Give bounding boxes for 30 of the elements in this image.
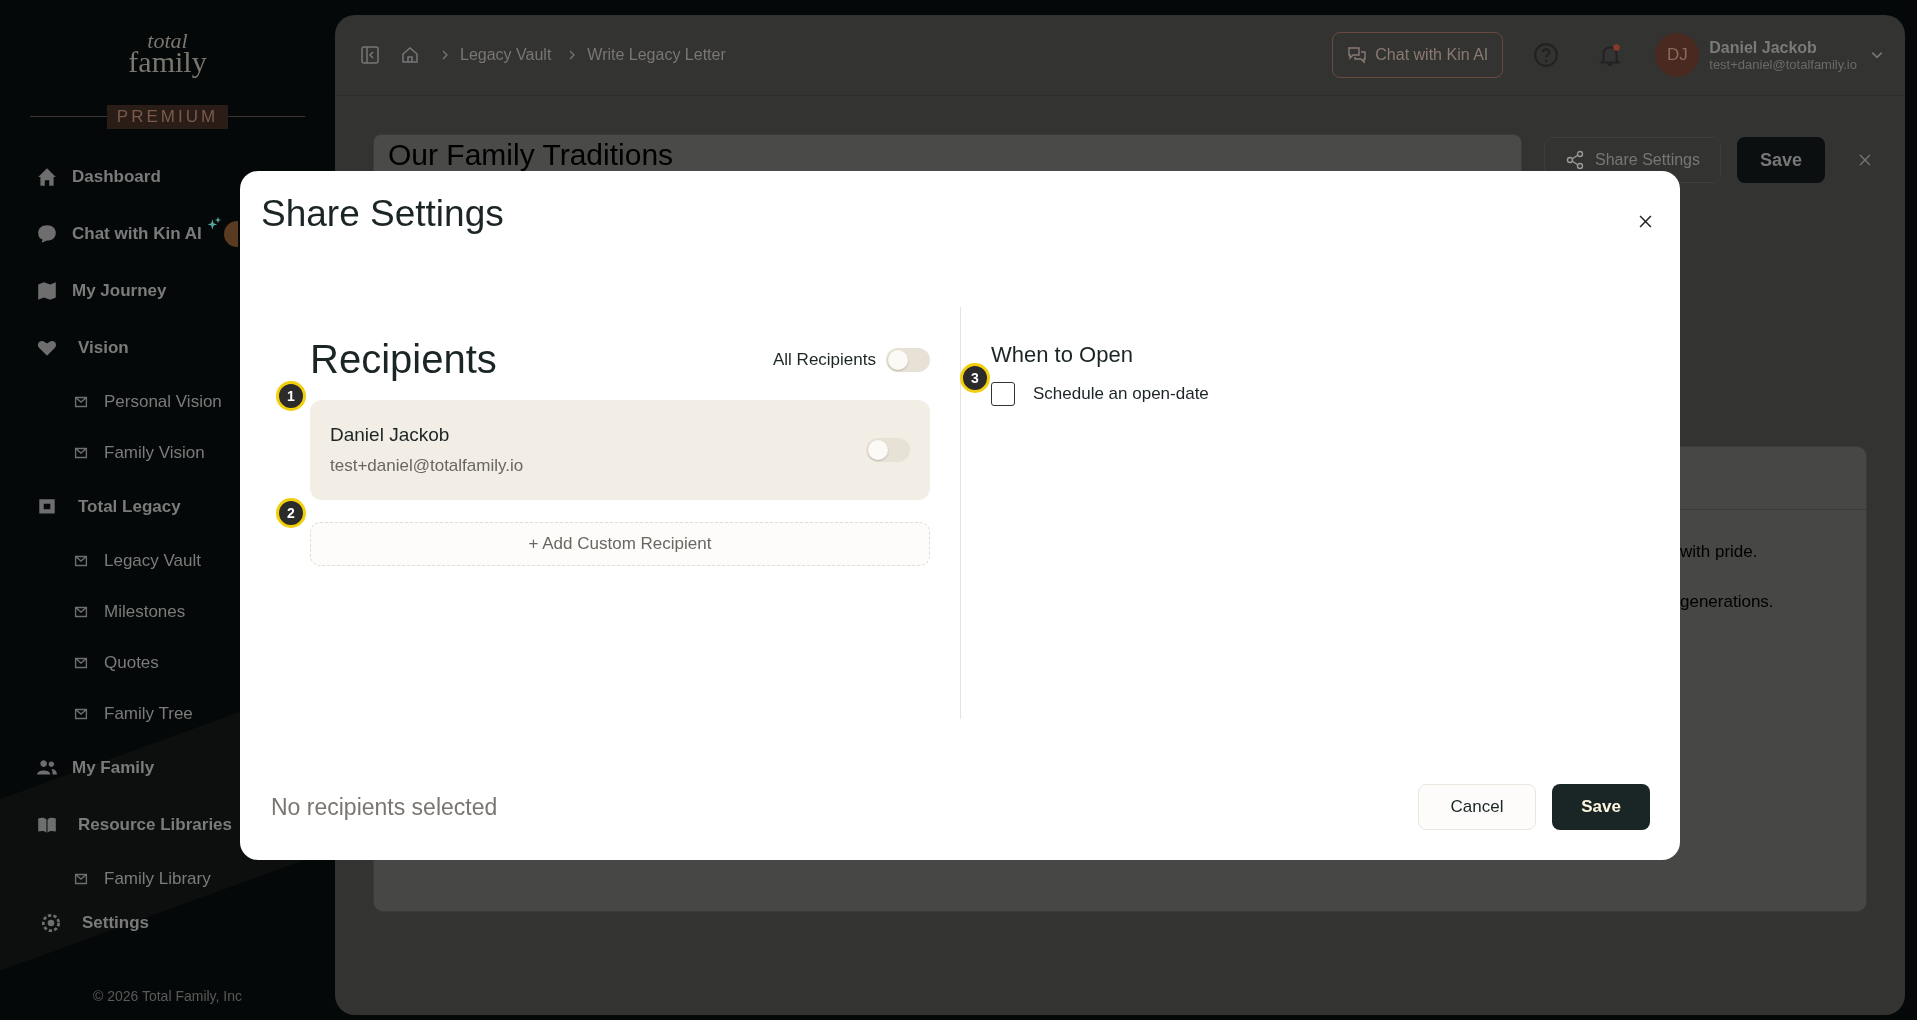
add-recipient-button[interactable]: + Add Custom Recipient <box>310 522 930 566</box>
recipient-email: test+daniel@totalfamily.io <box>330 456 525 476</box>
sidebar-subitem[interactable]: Milestones <box>0 586 335 638</box>
recipients-heading: Recipients <box>310 337 498 382</box>
sidebar-subitem[interactable]: Quotes <box>0 637 335 689</box>
settings-item[interactable]: Settings <box>0 894 335 952</box>
breadcrumb-link[interactable]: Write Legacy Letter <box>587 46 726 64</box>
letter-text: with pride. <box>1680 542 1759 560</box>
checkbox-label: Schedule an open-date <box>1033 384 1209 404</box>
user-email: test+daniel@totalfamily.io <box>1709 56 1857 72</box>
letter-text: generations. <box>1680 592 1775 610</box>
save-button[interactable]: Save <box>1737 137 1825 183</box>
when-to-open-heading: When to Open <box>991 342 1134 368</box>
dialog-title: Share Settings <box>261 193 505 235</box>
recipient-name: Daniel Jackob <box>330 424 451 446</box>
chat-button[interactable]: Chat with Kin AI <box>1332 32 1504 78</box>
step-marker: 1 <box>276 381 306 411</box>
save-button[interactable]: Save <box>1552 784 1650 830</box>
cancel-button[interactable]: Cancel <box>1418 784 1536 830</box>
step-marker: 2 <box>276 498 306 528</box>
avatar[interactable]: DJ <box>1655 33 1700 77</box>
sidebar-subitem[interactable]: Family Tree <box>0 688 335 740</box>
sidebar-item[interactable]: My Journey <box>0 262 335 320</box>
sidebar-subitem[interactable]: Family Library <box>0 853 335 895</box>
copyright-text: © 2026 Total Family, Inc <box>91 988 244 1004</box>
breadcrumb-link[interactable]: Legacy Vault <box>460 46 552 64</box>
premium-badge: PREMIUM <box>106 104 229 129</box>
all-recipients-label: All Recipients <box>773 349 876 370</box>
user-name: Daniel Jackob <box>1709 38 1818 57</box>
step-marker: 3 <box>960 363 990 393</box>
